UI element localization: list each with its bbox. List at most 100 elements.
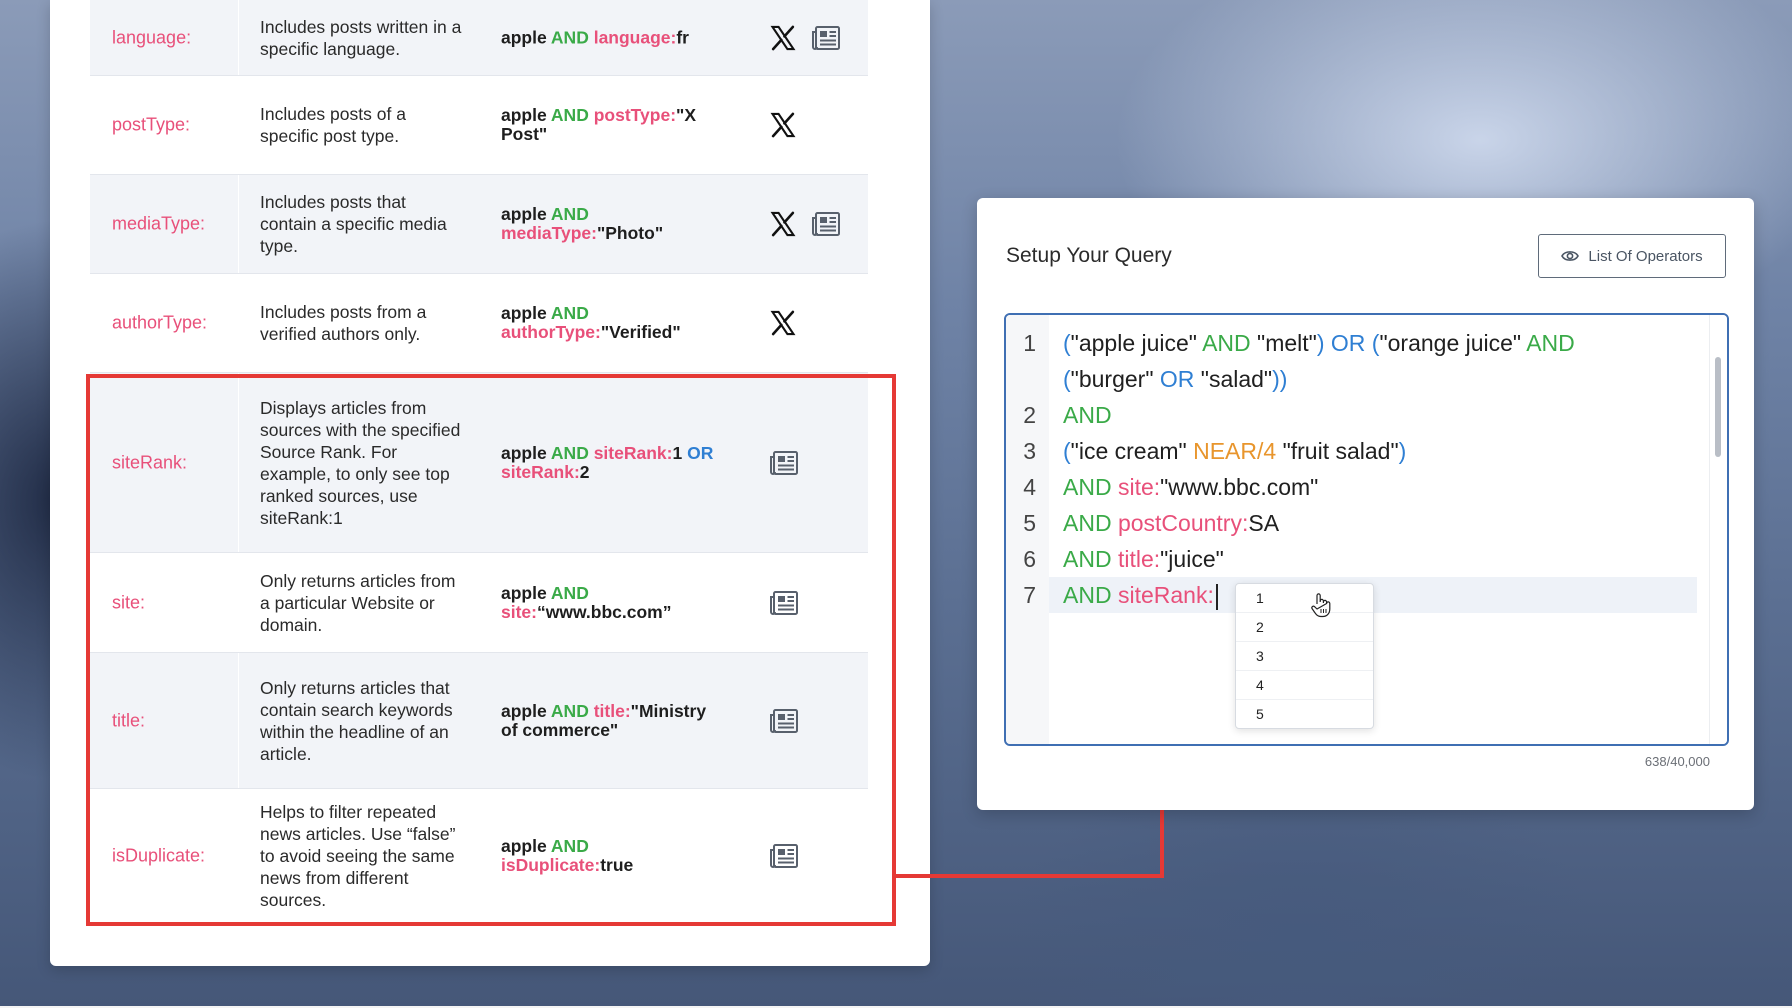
text-caret: [1215, 583, 1218, 610]
operator-sources: [769, 707, 799, 735]
operator-sources: [769, 449, 799, 477]
code-token: "fruit salad": [1282, 438, 1399, 464]
suggestion-item[interactable]: 4: [1236, 671, 1373, 700]
list-of-operators-label: List Of Operators: [1588, 247, 1703, 265]
code-line[interactable]: AND: [1063, 397, 1112, 433]
code-token: "juice": [1160, 546, 1224, 572]
line-number: 7: [1023, 582, 1036, 608]
x-icon: [770, 25, 796, 50]
character-count: 638/40,000: [1644, 754, 1710, 769]
operator-name: site:: [112, 592, 146, 612]
code-token: AND: [1063, 510, 1118, 536]
code-line[interactable]: AND siteRank:: [1063, 577, 1218, 613]
code-token: "ice cream": [1070, 438, 1194, 464]
line-number: 4: [1023, 474, 1036, 500]
operator-description: Includes posts of a specific post type.: [260, 104, 406, 146]
code-line[interactable]: ("apple juice" AND "melt") OR ("orange j…: [1063, 325, 1575, 361]
operator-description: Displays articles from sources with the …: [260, 397, 461, 528]
line-number: 6: [1023, 546, 1036, 572]
example-token: siteRank:: [501, 461, 580, 482]
code-line[interactable]: AND title:"juice": [1063, 541, 1224, 577]
column-divider: [238, 0, 239, 75]
operator-name: isDuplicate:: [112, 845, 206, 865]
list-of-operators-button[interactable]: List Of Operators: [1538, 234, 1726, 278]
news-icon: [770, 590, 798, 615]
example-token: authorType:: [501, 322, 601, 342]
column-divider: [238, 553, 239, 652]
code-line[interactable]: AND postCountry:SA: [1063, 505, 1279, 541]
x-icon: [770, 112, 796, 138]
code-token: )): [1272, 366, 1288, 392]
operator-example: apple AND authorType:"Verified": [501, 304, 721, 342]
code-line[interactable]: ("burger" OR "salad")): [1063, 361, 1287, 397]
code-token: siteRank:: [1117, 582, 1214, 608]
code-token: AND: [1063, 402, 1112, 428]
column-divider: [238, 789, 239, 922]
operator-example: apple AND site:“www.bbc.com”: [501, 582, 721, 622]
operator-name: language:: [112, 27, 192, 47]
example-token: "Verified": [600, 322, 681, 342]
editor-scrollbar[interactable]: [1709, 315, 1727, 744]
line-number: 3: [1023, 438, 1036, 464]
example-token: postType:: [593, 105, 677, 125]
line-number: 5: [1023, 510, 1036, 536]
code-token: AND: [1063, 582, 1118, 608]
example-token: 1: [672, 442, 688, 463]
example-token: apple: [501, 700, 551, 721]
query-title: Setup Your Query: [1006, 244, 1172, 267]
news-icon: [812, 212, 840, 236]
code-token: ): [1316, 330, 1331, 356]
operator-row: mediaType: Includes posts that contain a …: [90, 175, 868, 274]
suggestion-item[interactable]: 3: [1236, 642, 1373, 671]
line-number: 1: [1023, 330, 1036, 356]
example-token: apple: [501, 582, 551, 603]
suggestion-item[interactable]: 5: [1236, 700, 1373, 729]
example-token: OR: [687, 442, 714, 463]
example-token: AND: [550, 105, 594, 125]
code-line[interactable]: ("ice cream" NEAR/4 "fruit salad"): [1063, 433, 1406, 469]
example-token: 2: [579, 461, 590, 482]
code-token: (: [1063, 330, 1071, 356]
operator-row: title: Only returns articles that contain…: [90, 653, 868, 789]
column-divider: [238, 373, 239, 552]
example-token: AND: [550, 303, 589, 323]
operator-example: apple AND language:fr: [501, 28, 721, 47]
operator-row: postType: Includes posts of a specific po…: [90, 76, 868, 175]
example-token: siteRank:: [593, 442, 673, 463]
operators-panel: language: Includes posts written in a spe…: [50, 0, 930, 966]
operator-row: authorType: Includes posts from a verifie…: [90, 274, 868, 373]
editor-scrollbar-thumb[interactable]: [1715, 357, 1721, 457]
autocomplete-dropdown: 12345: [1235, 583, 1374, 729]
x-icon: [770, 310, 796, 336]
operator-name: authorType:: [112, 312, 208, 333]
news-icon: [770, 708, 798, 733]
code-token: AND: [1202, 330, 1258, 356]
operator-row: site: Only returns articles from a partic…: [90, 553, 868, 653]
operator-description: Only returns articles that contain searc…: [260, 677, 453, 764]
operator-example: apple AND postType:"X Post": [501, 106, 721, 144]
code-token: AND: [1063, 474, 1118, 500]
operator-description: Only returns articles from a particular …: [260, 570, 456, 635]
operator-name: postType:: [112, 114, 191, 135]
operators-table: language: Includes posts written in a spe…: [90, 0, 868, 923]
example-token: "Photo": [596, 223, 664, 243]
code-token: OR: [1330, 330, 1372, 356]
code-token: OR: [1159, 366, 1201, 392]
operator-example: apple AND isDuplicate:true: [501, 835, 721, 875]
example-token: apple: [501, 835, 551, 856]
example-token: apple: [501, 27, 551, 47]
news-icon: [812, 25, 840, 50]
example-token: apple: [501, 303, 551, 323]
code-token: title:: [1117, 546, 1161, 572]
example-token: isDuplicate:: [501, 854, 601, 875]
code-line[interactable]: AND site:"www.bbc.com": [1063, 469, 1318, 505]
suggestion-item[interactable]: 2: [1236, 613, 1373, 642]
suggestion-item[interactable]: 1: [1236, 584, 1373, 613]
code-token: "www.bbc.com": [1160, 474, 1319, 500]
example-token: site:: [501, 601, 537, 622]
code-token: "burger": [1070, 366, 1160, 392]
example-token: apple: [501, 204, 551, 224]
example-token: fr: [676, 27, 689, 47]
code-token: "melt": [1257, 330, 1317, 356]
operator-name: title:: [112, 710, 146, 730]
